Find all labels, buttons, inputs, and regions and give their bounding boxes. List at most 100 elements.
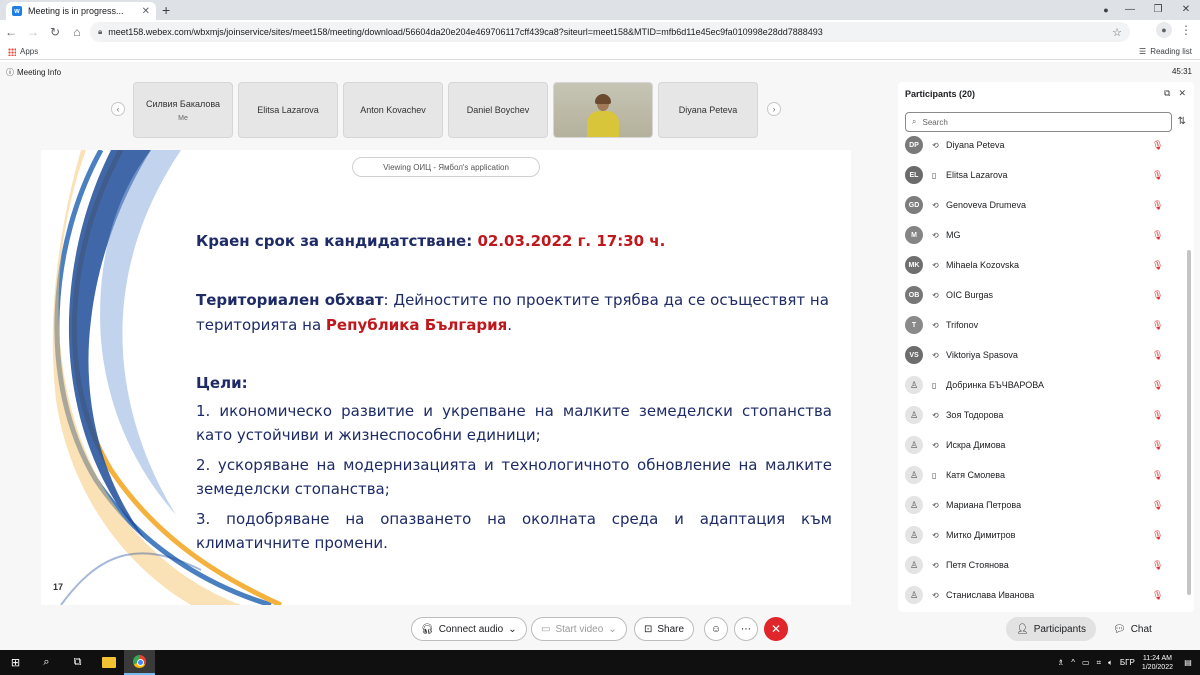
taskbar-clock[interactable]: 11:24 AM 1/20/2022 (1142, 654, 1173, 672)
sort-icon[interactable]: ⇅ (1178, 116, 1186, 127)
windows-start-icon[interactable]: ⊞ (0, 650, 31, 675)
muted-microphone-icon[interactable]: 🎙︎ (1152, 500, 1163, 511)
video-tile[interactable]: Силвия Бакалова Me (133, 82, 233, 138)
chat-button[interactable]: 💬︎ Chat (1103, 617, 1162, 641)
url-text: meet158.webex.com/wbxmjs/joinservice/sit… (108, 27, 823, 37)
participant-row[interactable]: EL ▯ Elitsa Lazarova 🎙︎ (898, 160, 1186, 190)
close-panel-icon[interactable]: ✕ (1178, 88, 1186, 99)
participant-avatar: OB (905, 286, 923, 304)
sync-icon: ⟲ (932, 290, 939, 300)
network-icon[interactable]: ⌗ (1097, 658, 1102, 668)
participant-row[interactable]: OB ⟲ OIC Burgas 🎙︎ (898, 280, 1186, 310)
search-icon: ⌕ (912, 117, 917, 126)
start-video-button[interactable]: ▭ Start video ⌄ (531, 617, 627, 641)
file-explorer-icon[interactable] (93, 650, 124, 675)
participant-row[interactable]: ♙ ▯ Катя Смолева 🎙︎ (898, 460, 1186, 490)
battery-icon[interactable]: ▭ (1082, 658, 1090, 667)
participant-row[interactable]: T ⟲ Trifonov 🎙︎ (898, 310, 1186, 340)
participant-row[interactable]: ♙ ⟲ Искра Димова 🎙︎ (898, 430, 1186, 460)
muted-microphone-icon[interactable]: 🎙︎ (1152, 290, 1163, 301)
muted-microphone-icon[interactable]: 🎙︎ (1152, 470, 1163, 481)
volume-icon[interactable]: 🔈︎ (1108, 658, 1113, 668)
participant-row[interactable]: M ⟲ MG 🎙︎ (898, 220, 1186, 250)
chevron-down-icon: ⌄ (608, 623, 617, 635)
participant-row[interactable]: ♙ ▯ Добринка БЪЧВАРОВА 🎙︎ (898, 370, 1186, 400)
video-tile[interactable]: Elitsa Lazarova (238, 82, 338, 138)
muted-microphone-icon[interactable]: 🎙︎ (1152, 380, 1163, 391)
connect-audio-button[interactable]: 🎧︎ Connect audio ⌄ (411, 617, 527, 641)
language-indicator[interactable]: БГР (1120, 658, 1135, 667)
video-tile-name: Elitsa Lazarova (257, 105, 319, 115)
strip-next-icon[interactable]: › (767, 102, 781, 116)
reactions-button[interactable]: ☺ (704, 617, 728, 641)
browser-tab[interactable]: w Meeting is in progress... ✕ (6, 2, 156, 20)
video-tile[interactable]: Diyana Peteva (658, 82, 758, 138)
reading-list-icon: ☰ (1139, 47, 1147, 56)
sync-icon: ⟲ (932, 350, 939, 360)
download-indicator-icon[interactable]: ● (1096, 0, 1116, 20)
participant-row[interactable]: VS ⟲ Viktoriya Spasova 🎙︎ (898, 340, 1186, 370)
video-off-icon: ▭ (541, 623, 551, 635)
muted-microphone-icon[interactable]: 🎙︎ (1152, 140, 1163, 151)
chrome-icon[interactable] (124, 650, 155, 675)
apps-shortcut[interactable]: Apps (8, 47, 38, 56)
webex-meeting-app: ⓘ Meeting Info 45:31 ‹ Силвия Бакалова M… (0, 62, 1200, 650)
task-view-icon[interactable]: ⧉ (62, 650, 93, 675)
address-bar[interactable]: 🔒︎ meet158.webex.com/wbxmjs/joinservice/… (90, 22, 1130, 42)
muted-microphone-icon[interactable]: 🎙︎ (1152, 410, 1163, 421)
muted-microphone-icon[interactable]: 🎙︎ (1152, 170, 1163, 181)
popout-icon[interactable]: ⧉ (1164, 88, 1170, 99)
participant-row[interactable]: ♙ ⟲ Станислава Иванова 🎙︎ (898, 580, 1186, 606)
tray-chevron-icon[interactable]: ^ (1071, 658, 1075, 667)
participant-row[interactable]: GD ⟲ Genoveva Drumeva 🎙︎ (898, 190, 1186, 220)
muted-microphone-icon[interactable]: 🎙︎ (1152, 590, 1163, 601)
share-button[interactable]: ⊡ Share (634, 617, 695, 641)
sync-icon: ⟲ (932, 230, 939, 240)
more-options-button[interactable]: ⋯ (734, 617, 758, 641)
close-tab-icon[interactable]: ✕ (142, 6, 150, 17)
new-tab-button[interactable]: + (162, 2, 170, 18)
browser-menu-icon[interactable]: ⋮ (1180, 23, 1192, 37)
muted-microphone-icon[interactable]: 🎙︎ (1152, 230, 1163, 241)
reading-list[interactable]: ☰ Reading list (1139, 47, 1192, 56)
participant-row[interactable]: ♙ ⟲ Зоя Тодорова 🎙︎ (898, 400, 1186, 430)
home-button[interactable]: ⌂ (66, 25, 88, 39)
lock-icon[interactable]: 🔒︎ (98, 27, 102, 37)
forward-button[interactable]: → (22, 25, 44, 39)
participant-row[interactable]: DP ⟲ Diyana Peteva 🎙︎ (898, 136, 1186, 160)
close-window-button[interactable]: ✕ (1172, 0, 1200, 20)
people-icon[interactable]: ♗ (1057, 658, 1064, 667)
muted-microphone-icon[interactable]: 🎙︎ (1152, 530, 1163, 541)
participant-row[interactable]: ♙ ⟲ Мариана Петрова 🎙︎ (898, 490, 1186, 520)
video-tile[interactable]: Anton Kovachev (343, 82, 443, 138)
participants-button[interactable]: 👤︎ Participants (1006, 617, 1096, 641)
strip-prev-icon[interactable]: ‹ (111, 102, 125, 116)
more-icon: ⋯ (741, 623, 751, 635)
participant-row[interactable]: ♙ ⟲ Митко Димитров 🎙︎ (898, 520, 1186, 550)
muted-microphone-icon[interactable]: 🎙︎ (1152, 560, 1163, 571)
muted-microphone-icon[interactable]: 🎙︎ (1152, 320, 1163, 331)
participants-scrollbar[interactable] (1187, 250, 1191, 595)
meeting-info-button[interactable]: ⓘ Meeting Info (6, 67, 61, 78)
leave-meeting-button[interactable]: ✕ (764, 617, 788, 641)
back-button[interactable]: ← (0, 25, 22, 39)
search-icon[interactable]: ⌕ (31, 650, 62, 675)
reload-button[interactable]: ↻ (44, 25, 66, 39)
video-tile-live[interactable] (553, 82, 653, 138)
participant-row[interactable]: ♙ ⟲ Петя Стоянова 🎙︎ (898, 550, 1186, 580)
profile-avatar[interactable]: ● (1156, 22, 1172, 38)
participants-search-input[interactable]: ⌕ Search (905, 112, 1172, 132)
sync-icon: ⟲ (932, 260, 939, 270)
minimize-button[interactable]: — (1116, 0, 1144, 20)
muted-microphone-icon[interactable]: 🎙︎ (1152, 440, 1163, 451)
muted-microphone-icon[interactable]: 🎙︎ (1152, 260, 1163, 271)
notification-icon[interactable]: ▤ (1180, 658, 1196, 667)
muted-microphone-icon[interactable]: 🎙︎ (1152, 350, 1163, 361)
muted-microphone-icon[interactable]: 🎙︎ (1152, 200, 1163, 211)
browser-toolbar: ← → ↻ ⌂ 🔒︎ meet158.webex.com/wbxmjs/join… (0, 20, 1200, 44)
bookmark-star-icon[interactable]: ☆ (1112, 26, 1122, 39)
restore-button[interactable]: ❐ (1144, 0, 1172, 20)
video-tile[interactable]: Daniel Boychev (448, 82, 548, 138)
participant-row[interactable]: MK ⟲ Mihaela Kozovska 🎙︎ (898, 250, 1186, 280)
viewing-application-label: Viewing ОИЦ - Ямбол's application (352, 157, 540, 177)
